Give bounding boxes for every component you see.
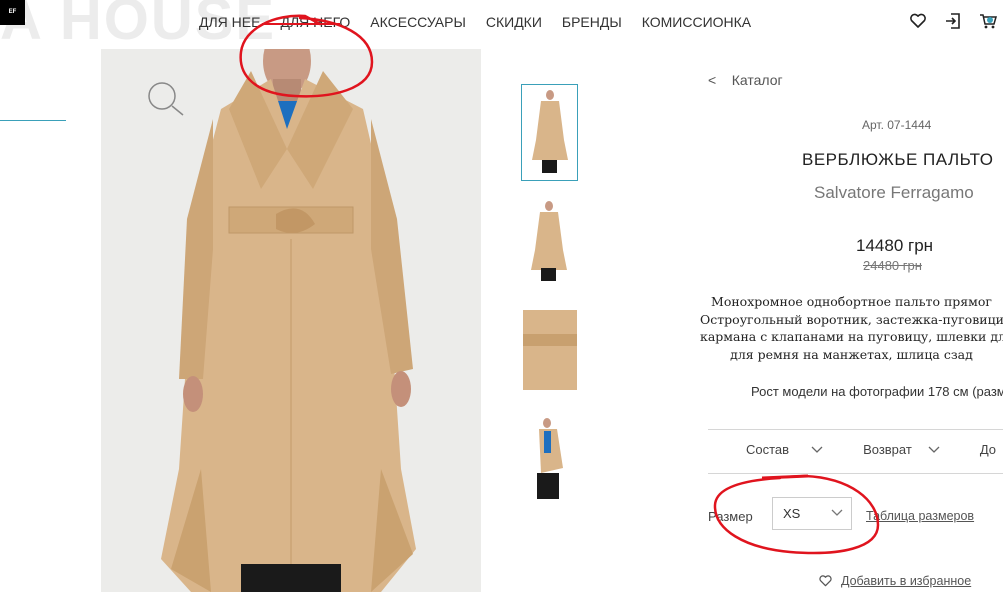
back-arrow-icon: <	[708, 72, 717, 88]
chevron-down-icon	[831, 509, 843, 516]
divider	[708, 473, 1003, 474]
nav-item-sale[interactable]: СКИДКИ	[486, 14, 542, 30]
size-chart-link[interactable]: Таблица размеров	[866, 509, 974, 523]
description-line: Остроугольный воротник, застежка-пуговиц…	[700, 311, 1003, 327]
thumbnail-detail[interactable]	[521, 304, 578, 401]
tab-label: Состав	[746, 442, 790, 457]
main-product-image[interactable]	[101, 49, 481, 592]
product-brand[interactable]: Salvatore Ferragamo	[814, 183, 974, 203]
zoom-icon	[148, 82, 184, 116]
add-to-favorites-link[interactable]: Добавить в избранное	[818, 574, 971, 588]
main-nav: ДЛЯ НЕЕ ДЛЯ НЕГО АКСЕССУАРЫ СКИДКИ БРЕНД…	[199, 14, 751, 30]
heart-icon	[819, 575, 832, 587]
brand-logo-badge[interactable]: EF	[0, 0, 25, 25]
size-label: Размер	[708, 509, 753, 524]
nav-item-for-him[interactable]: ДЛЯ НЕГО	[280, 14, 350, 30]
header-icons	[909, 12, 997, 30]
old-price: 24480 грн	[863, 258, 922, 273]
chevron-down-icon	[928, 446, 940, 453]
heart-icon[interactable]	[909, 12, 927, 30]
divider	[708, 429, 1003, 430]
size-select[interactable]: XS	[772, 497, 852, 530]
tab-delivery[interactable]: До	[980, 442, 996, 457]
tab-label: До	[979, 442, 996, 457]
article-number: Арт. 07-1444	[862, 118, 932, 132]
back-label: Каталог	[731, 72, 783, 88]
left-accent-line	[0, 120, 66, 121]
nav-item-for-her[interactable]: ДЛЯ НЕЕ	[199, 14, 260, 30]
login-icon[interactable]	[944, 12, 962, 30]
product-title: ВЕРБЛЮЖЬЕ ПАЛЬТО	[802, 150, 994, 169]
thumbnail-front-full[interactable]	[521, 84, 578, 181]
nav-item-brands[interactable]: БРЕНДЫ	[562, 14, 622, 30]
tab-return[interactable]: Возврат	[863, 442, 940, 457]
add-to-favorites-label: Добавить в избранное	[841, 574, 972, 588]
tab-label: Возврат	[863, 442, 912, 457]
nav-item-accessories[interactable]: АКСЕССУАРЫ	[370, 14, 466, 30]
chevron-down-icon	[811, 446, 823, 453]
thumbnail-side[interactable]	[521, 413, 578, 510]
current-price: 14480 грн	[856, 236, 934, 255]
description-line: кармана с клапанами на пуговицу, шлевки …	[700, 329, 1003, 344]
cart-icon[interactable]	[979, 12, 997, 30]
model-height-note: Рост модели на фотографии 178 см (разм	[751, 384, 1003, 399]
description-line: Монохромное однобортное пальто прямог	[711, 294, 992, 309]
info-tabs: Состав Возврат До	[746, 442, 996, 457]
nav-item-consignment[interactable]: КОМИССИОНКА	[642, 14, 751, 30]
size-value: XS	[783, 506, 801, 521]
description-line: для ремня на манжетах, шлица сзад	[730, 346, 973, 362]
thumbnail-front-2[interactable]	[521, 192, 578, 289]
back-to-catalog-link[interactable]: < Каталог	[708, 72, 783, 88]
product-description: Монохромное однобортное пальто прямог Ос…	[700, 293, 1003, 367]
tab-composition[interactable]: Состав	[746, 442, 823, 457]
